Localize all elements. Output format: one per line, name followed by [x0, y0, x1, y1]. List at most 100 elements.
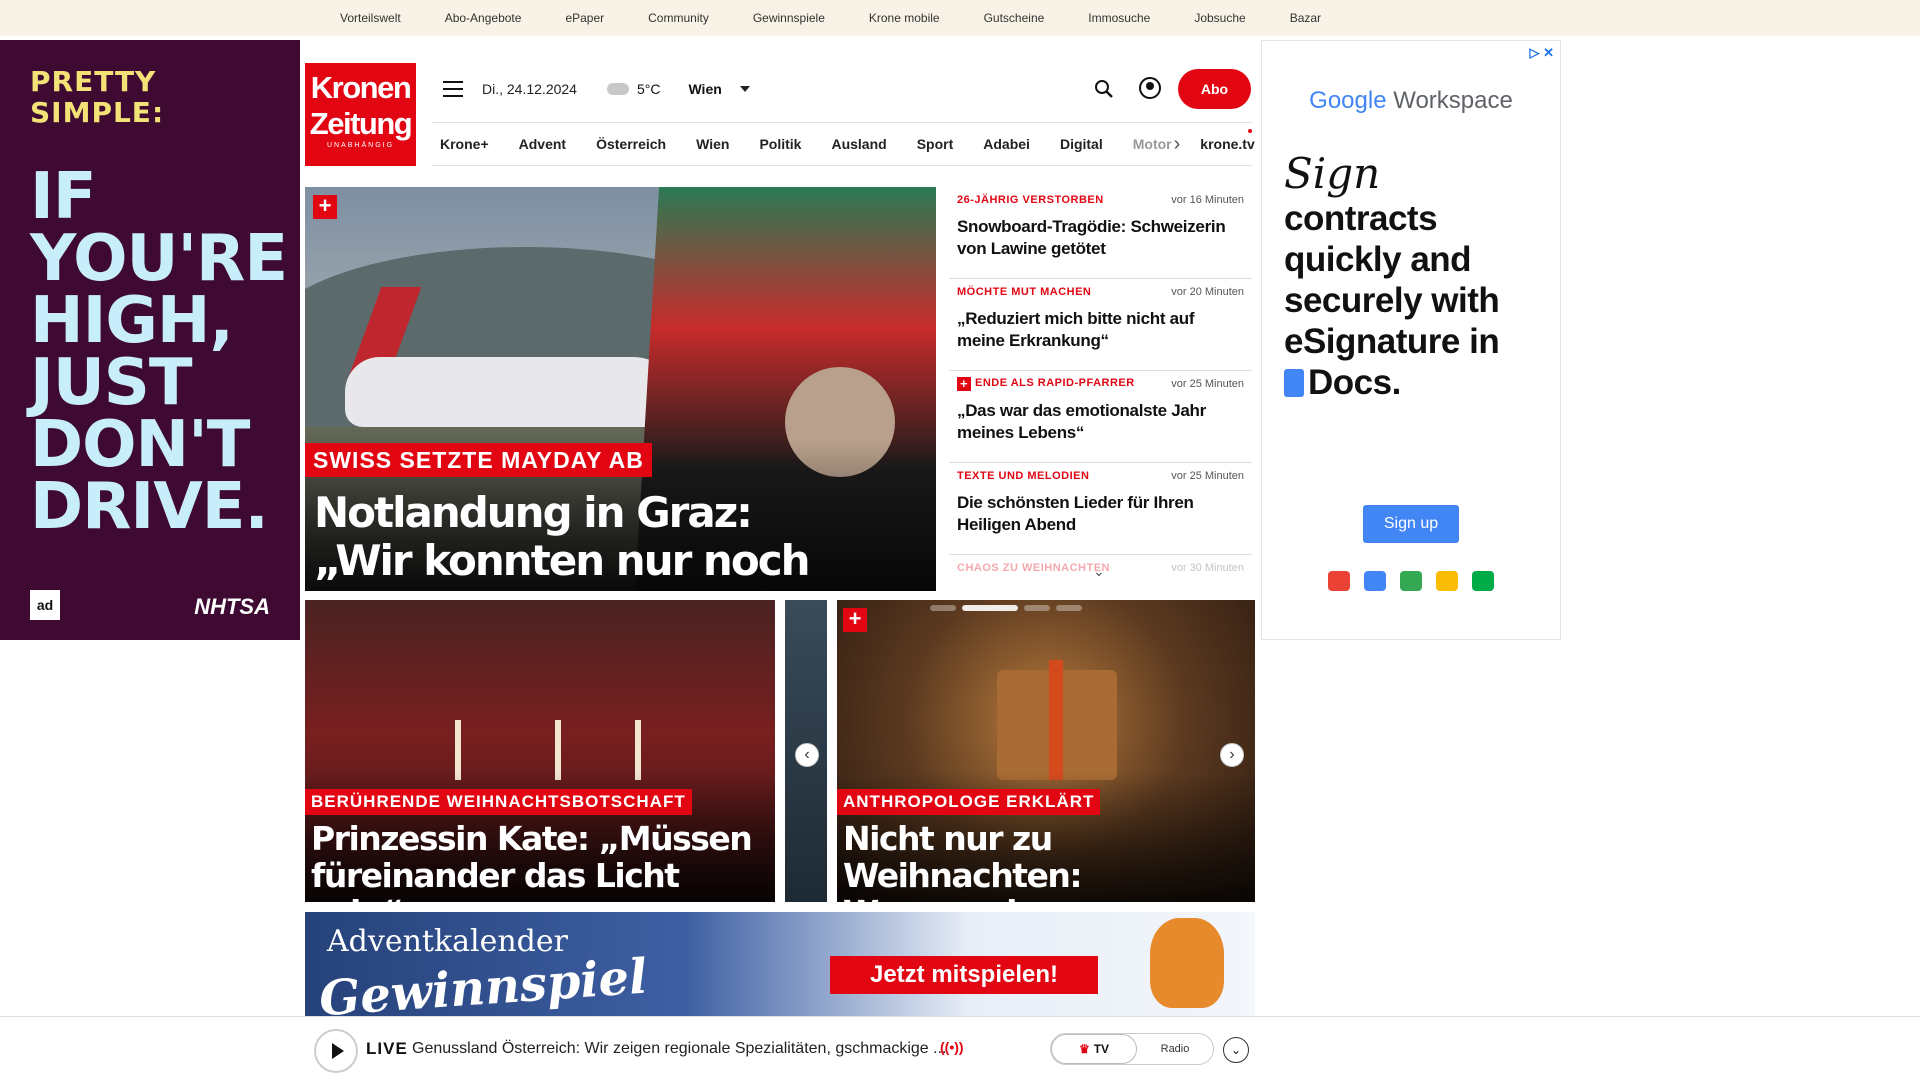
nav-item-ausland[interactable]: Ausland	[831, 136, 886, 152]
carousel-dot[interactable]	[1024, 605, 1050, 611]
nav-item-advent[interactable]: Advent	[519, 136, 566, 152]
hero-story[interactable]: + SWISS SETZTE MAYDAY AB Notlandung in G…	[305, 187, 936, 591]
chevron-right-icon[interactable]: ›	[1174, 133, 1181, 156]
chevron-down-icon[interactable]: ⌄	[1223, 1037, 1249, 1063]
ticker-title: „Reduziert mich bitte nicht auf meine Er…	[957, 309, 1195, 350]
nav-item-oesterreich[interactable]: Österreich	[596, 136, 666, 152]
ad-copy-line: contracts	[1284, 199, 1438, 238]
tv-tab[interactable]: ♛ TV	[1051, 1034, 1137, 1064]
ticker-title: Snowboard-Tragödie: Schweizerin von Lawi…	[957, 217, 1226, 258]
ad-left-tagline-1: PRETTY	[30, 65, 157, 98]
right-google-ad[interactable]: ▷ ✕ Google Workspace Sign contracts quic…	[1261, 40, 1561, 640]
topbar-link-community[interactable]: Community	[648, 11, 709, 25]
nav-item-motor[interactable]: Motor	[1133, 136, 1172, 152]
carousel-dot[interactable]	[1056, 605, 1082, 611]
card-headline-line-1: Nicht nur zu Weihnachten:	[843, 819, 1083, 895]
broadcast-icon: ((•))	[940, 1039, 964, 1055]
abo-button[interactable]: Abo	[1178, 69, 1251, 109]
carousel-dot-active[interactable]	[962, 605, 1018, 611]
ticker-category: TEXTE UND MELODIEN	[957, 470, 1090, 482]
ad-choices-icon[interactable]: ▷ ✕	[1529, 45, 1554, 61]
nav-item-adabei[interactable]: Adabei	[983, 136, 1030, 152]
krone-plus-icon: +	[313, 195, 337, 219]
nav-item-krone-tv[interactable]: krone.tv	[1200, 136, 1254, 152]
ticker-item[interactable]: MÖCHTE MUT MACHEN vor 20 Minuten „Reduzie…	[949, 279, 1252, 371]
topbar-link-vorteilswelt[interactable]: Vorteilswelt	[340, 11, 401, 25]
google-workspace-logo: Google Workspace	[1284, 87, 1538, 115]
chevron-left-icon[interactable]: ‹	[795, 743, 819, 767]
ticker-title: „Das war das emotionalste Jahr meines Le…	[957, 401, 1206, 442]
play-icon[interactable]	[314, 1029, 358, 1073]
search-icon[interactable]	[1094, 79, 1114, 99]
ticker-title: Die schönsten Lieder für Ihren Heiligen …	[957, 493, 1194, 534]
ticker-item[interactable]: 26-JÄHRIG VERSTORBEN vor 16 Minuten Snowb…	[949, 187, 1252, 279]
nav-item-digital[interactable]: Digital	[1060, 136, 1103, 152]
ad-copy-docs: Docs.	[1308, 363, 1401, 402]
ad-left-headline-line: DRIVE.	[30, 470, 269, 544]
nav-item-politik[interactable]: Politik	[759, 136, 801, 152]
ad-copy-line: Docs.	[1284, 362, 1538, 403]
chevron-down-icon[interactable]: ⌄	[1093, 563, 1105, 580]
card-headline-line-1: Prinzessin Kate: „Müssen	[311, 819, 753, 858]
docs-icon	[1284, 369, 1304, 397]
chevron-down-icon[interactable]	[739, 86, 750, 92]
topbar-link-epaper[interactable]: ePaper	[565, 11, 604, 25]
story-card-gifts[interactable]: + ANTHROPOLOGE ERKLÄRT Nicht nur zu Weih…	[837, 600, 1255, 902]
carousel-pagination	[930, 605, 1082, 611]
user-account-icon[interactable]	[1139, 77, 1161, 99]
logo-tagline: UNABHÄNGIG	[326, 142, 395, 149]
card-headline-line-2: füreinander das Licht sein“	[311, 856, 680, 902]
meet-icon	[1472, 571, 1494, 591]
main-navigation: Krone+ Advent Österreich Wien Politik Au…	[432, 122, 1255, 166]
city-selector-label[interactable]: Wien	[688, 81, 721, 97]
ticker-category: + ENDE ALS RAPID-PFARRER	[957, 377, 1135, 391]
hero-kicker: SWISS SETZTE MAYDAY AB	[305, 443, 652, 477]
krone-plus-icon: +	[957, 377, 971, 391]
card-image-candle	[635, 720, 641, 780]
left-skyscraper-ad[interactable]: PRETTY SIMPLE: IF YOU'RE HIGH, JUST DON'…	[0, 40, 300, 640]
logo-line-2: Zeitung	[309, 106, 413, 141]
hero-image-plane	[345, 357, 685, 427]
play-now-button[interactable]: Jetzt mitspielen!	[830, 956, 1098, 994]
signature-graphic: Sign	[1284, 149, 1381, 198]
ad-left-headline-line: IF	[30, 160, 97, 234]
hero-headline-line-2: „Wir konnten nur noch beten“	[314, 536, 810, 592]
ticker-item[interactable]: + ENDE ALS RAPID-PFARRER vor 25 Minuten „D…	[949, 371, 1252, 463]
topbar-link-jobsuche[interactable]: Jobsuche	[1194, 11, 1245, 25]
workspace-wordmark: Workspace	[1393, 87, 1513, 114]
card-image-ribbon	[1049, 660, 1063, 780]
topbar-link-krone-mobile[interactable]: Krone mobile	[869, 11, 940, 25]
card-headline: Prinzessin Kate: „Müssen füreinander das…	[311, 820, 775, 902]
kronen-zeitung-logo[interactable]: Kronen Zeitung UNABHÄNGIG	[305, 63, 416, 166]
promo-title: Adventkalender	[327, 924, 568, 959]
menu-icon[interactable]	[443, 81, 463, 97]
live-program-title[interactable]: Genussland Österreich: Wir zeigen region…	[412, 1040, 946, 1058]
cloud-weather-icon	[606, 83, 629, 95]
ticker-time: vor 16 Minuten	[1171, 194, 1244, 206]
live-indicator-dot	[1248, 129, 1252, 133]
ticker-time: vor 20 Minuten	[1171, 286, 1244, 298]
topbar-link-immosuche[interactable]: Immosuche	[1088, 11, 1150, 25]
live-label: LIVE	[366, 1039, 408, 1058]
sign-up-button[interactable]: Sign up	[1363, 505, 1459, 543]
advent-calendar-banner[interactable]: Adventkalender Gewinnspiel Jetzt mitspie…	[305, 912, 1255, 1016]
story-card-kate[interactable]: BERÜHRENDE WEIHNACHTSBOTSCHAFT Prinzessi…	[305, 600, 775, 902]
topbar-link-gewinnspiele[interactable]: Gewinnspiele	[753, 11, 825, 25]
carousel-dot[interactable]	[930, 605, 956, 611]
ad-left-headline: IF YOU'RE HIGH, JUST DON'T DRIVE.	[30, 160, 288, 544]
ticker-category: 26-JÄHRIG VERSTORBEN	[957, 194, 1104, 206]
radio-tab[interactable]: Radio	[1137, 1034, 1213, 1064]
topbar-link-bazar[interactable]: Bazar	[1290, 11, 1321, 25]
ad-left-headline-line: HIGH,	[30, 284, 234, 358]
topbar-link-gutscheine[interactable]: Gutscheine	[984, 11, 1045, 25]
topbar-link-abo-angebote[interactable]: Abo-Angebote	[445, 11, 522, 25]
calendar-icon	[1364, 571, 1386, 591]
chevron-right-icon[interactable]: ›	[1220, 743, 1244, 767]
nav-item-wien[interactable]: Wien	[696, 136, 729, 152]
ad-council-logo: ad	[30, 590, 60, 620]
nav-item-sport[interactable]: Sport	[917, 136, 954, 152]
ad-left-tagline-2: SIMPLE:	[30, 96, 165, 129]
ad-copy-line: securely with	[1284, 281, 1500, 320]
nav-item-krone-plus[interactable]: Krone+	[440, 136, 489, 152]
ticker-item[interactable]: TEXTE UND MELODIEN vor 25 Minuten Die sch…	[949, 463, 1252, 555]
